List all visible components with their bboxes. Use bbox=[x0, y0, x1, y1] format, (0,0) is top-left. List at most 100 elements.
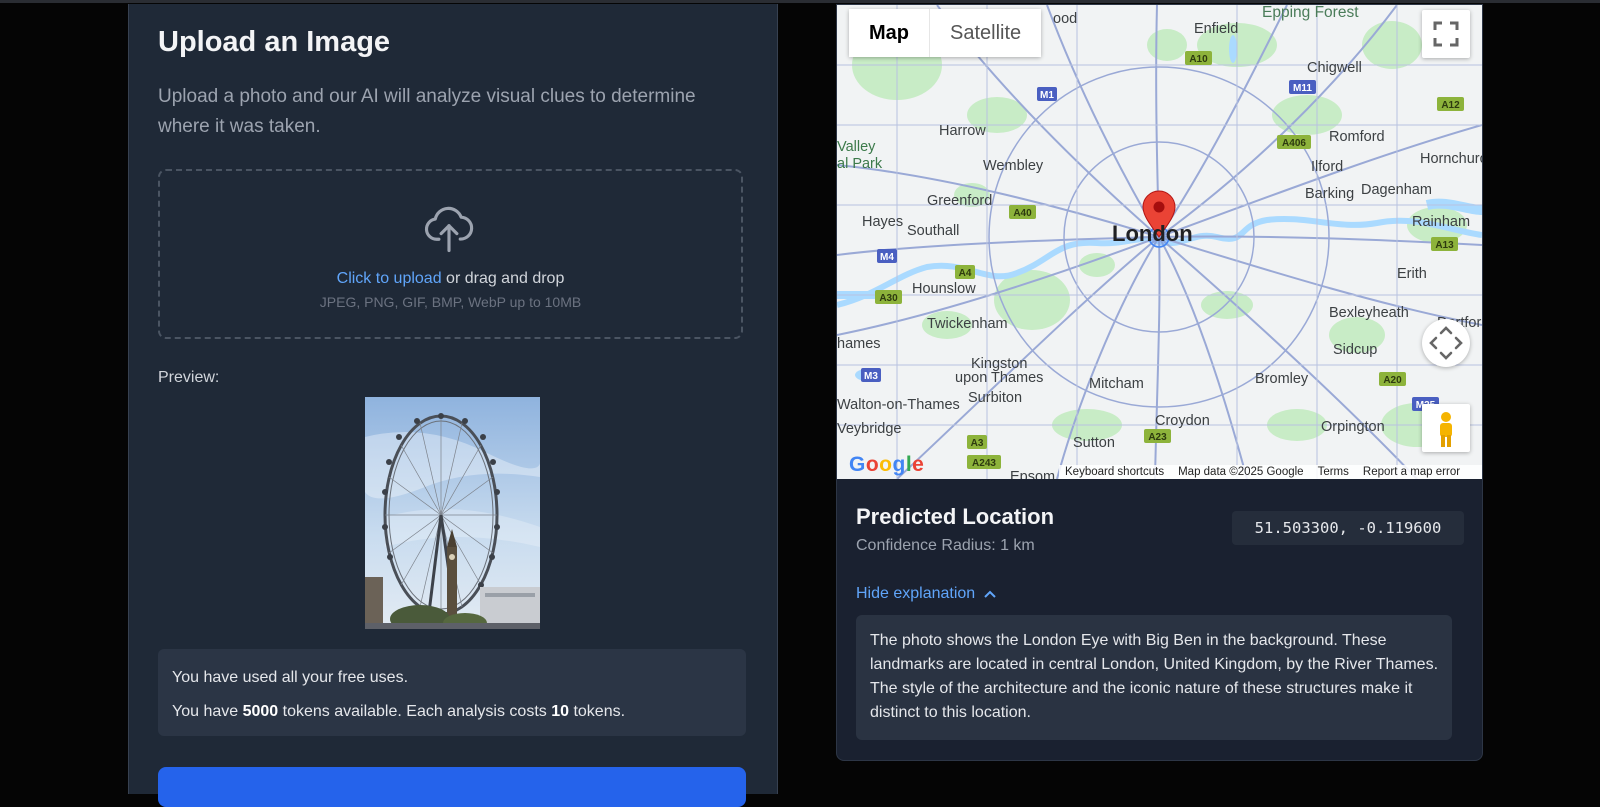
map-type-control: Map Satellite bbox=[849, 9, 1042, 57]
cloud-upload-icon bbox=[424, 206, 474, 253]
svg-text:A30: A30 bbox=[879, 293, 898, 304]
coordinates-readout: 51.503300, -0.119600 bbox=[1232, 511, 1464, 545]
map-label-dagenham: Dagenham bbox=[1361, 182, 1432, 198]
map-label-valley: Valley bbox=[837, 139, 876, 155]
map-label-bromley: Bromley bbox=[1255, 371, 1309, 387]
map-label-barking: Barking bbox=[1305, 186, 1354, 202]
analyze-button[interactable] bbox=[158, 767, 746, 807]
road-shield-m11: M11 bbox=[1289, 80, 1316, 94]
svg-text:A20: A20 bbox=[1383, 375, 1402, 386]
report-error-link[interactable]: Report a map error bbox=[1363, 466, 1460, 478]
svg-text:A40: A40 bbox=[1013, 208, 1032, 219]
map-label-upon-thames: upon Thames bbox=[955, 370, 1043, 386]
fullscreen-icon bbox=[1433, 21, 1459, 47]
map-label-ilford: Ilford bbox=[1311, 159, 1343, 175]
map-label-southall: Southall bbox=[907, 223, 959, 239]
map-label-romford: Romford bbox=[1329, 129, 1385, 145]
predicted-location-title: Predicted Location bbox=[856, 504, 1055, 529]
svg-text:M1: M1 bbox=[1040, 90, 1054, 101]
map-footer: Keyboard shortcuts Map data ©2025 Google… bbox=[1059, 465, 1482, 479]
upload-panel: Upload an Image Upload a photo and our A… bbox=[128, 4, 778, 807]
street-view-pegman-button[interactable] bbox=[1422, 404, 1470, 452]
map-type-satellite-button[interactable]: Satellite bbox=[930, 9, 1042, 57]
image-preview bbox=[365, 397, 540, 629]
top-border bbox=[0, 0, 1600, 3]
camera-pan-control[interactable] bbox=[1422, 319, 1470, 367]
svg-text:M11: M11 bbox=[1293, 83, 1312, 94]
svg-text:A12: A12 bbox=[1441, 100, 1460, 111]
road-shield-a30: A30 bbox=[875, 290, 902, 304]
svg-text:A13: A13 bbox=[1435, 240, 1454, 251]
google-logo: Google bbox=[849, 453, 925, 476]
map-data-attribution: Map data ©2025 Google bbox=[1178, 466, 1304, 478]
map-label-hayes: Hayes bbox=[862, 214, 903, 230]
drag-drop-text: or drag and drop bbox=[441, 270, 565, 287]
fullscreen-button[interactable] bbox=[1422, 10, 1470, 58]
hide-explanation-button[interactable]: Hide explanation bbox=[856, 585, 997, 603]
map-label-bexleyheath: Bexleyheath bbox=[1329, 305, 1409, 321]
svg-text:A243: A243 bbox=[972, 458, 996, 469]
road-shield-a3: A3 bbox=[967, 435, 987, 449]
free-uses-text: You have used all your free uses. bbox=[172, 669, 409, 686]
map-label-epsom: Epsom bbox=[1010, 469, 1055, 479]
dropzone-text: Click to upload or drag and drop bbox=[160, 270, 741, 288]
map-type-map-button[interactable]: Map bbox=[849, 9, 929, 57]
svg-text:A3: A3 bbox=[971, 438, 984, 449]
pegman-icon bbox=[1440, 412, 1452, 447]
map-label-orpington: Orpington bbox=[1321, 419, 1385, 435]
tokens-middle: tokens available. Each analysis costs bbox=[278, 703, 552, 720]
svg-text:A23: A23 bbox=[1148, 432, 1167, 443]
svg-text:M4: M4 bbox=[880, 252, 894, 263]
result-panel: London Enfield Epping Forest Chigwell Ha… bbox=[836, 4, 1483, 761]
tokens-prefix: You have bbox=[172, 703, 243, 720]
road-shield-a20: A20 bbox=[1379, 372, 1406, 386]
map-label-hornchurch: Hornchurch bbox=[1420, 151, 1482, 167]
map-label-london: London bbox=[1112, 221, 1193, 246]
pan-arrows-icon bbox=[1429, 326, 1463, 360]
map-label-hounslow: Hounslow bbox=[912, 281, 976, 297]
svg-text:A406: A406 bbox=[1282, 138, 1306, 149]
click-to-upload-link[interactable]: Click to upload bbox=[337, 270, 442, 287]
map-label-twickenham: Twickenham bbox=[927, 316, 1008, 332]
map-label-epping-forest: Epping Forest bbox=[1262, 5, 1359, 21]
map-label-greenford: Greenford bbox=[927, 193, 992, 209]
map-label-surbiton: Surbiton bbox=[968, 390, 1022, 406]
map-label-chigwell: Chigwell bbox=[1307, 60, 1362, 76]
road-shield-a406: A406 bbox=[1277, 135, 1311, 149]
file-type-hint: JPEG, PNG, GIF, BMP, WebP up to 10MB bbox=[319, 294, 582, 310]
terms-link[interactable]: Terms bbox=[1318, 466, 1349, 478]
svg-text:A10: A10 bbox=[1189, 54, 1208, 65]
road-shield-a4: A4 bbox=[955, 265, 975, 279]
usage-info: You have used all your free uses. You ha… bbox=[158, 649, 746, 736]
map-canvas[interactable]: London Enfield Epping Forest Chigwell Ha… bbox=[837, 5, 1482, 479]
map-label-park: al Park bbox=[837, 156, 883, 172]
map-label-walton: Walton-on-Thames bbox=[837, 397, 960, 413]
map-label-croydon: Croydon bbox=[1155, 413, 1210, 429]
keyboard-shortcuts-link[interactable]: Keyboard shortcuts bbox=[1065, 466, 1164, 478]
map-label-harrow: Harrow bbox=[939, 123, 986, 139]
road-shield-a23: A23 bbox=[1144, 429, 1171, 443]
analysis-cost: 10 bbox=[551, 703, 570, 720]
road-shield-m4: M4 bbox=[877, 249, 897, 263]
map-view[interactable]: London Enfield Epping Forest Chigwell Ha… bbox=[837, 5, 1482, 479]
map-label-wembley: Wembley bbox=[983, 158, 1044, 174]
tokens-count: 5000 bbox=[242, 703, 279, 720]
upload-title: Upload an Image bbox=[158, 26, 391, 58]
map-label-mitcham: Mitcham bbox=[1089, 376, 1144, 392]
tokens-text: You have 5000 tokens available. Each ana… bbox=[172, 703, 625, 721]
map-label-weybridge: Veybridge bbox=[837, 421, 902, 437]
map-label-wood: ood bbox=[1053, 11, 1077, 27]
road-shield-a10: A10 bbox=[1185, 51, 1212, 65]
map-label-sutton: Sutton bbox=[1073, 435, 1115, 451]
chevron-up-icon bbox=[984, 590, 996, 598]
london-eye-photo bbox=[365, 397, 540, 629]
svg-text:M3: M3 bbox=[864, 371, 878, 382]
map-label-sidcup: Sidcup bbox=[1333, 342, 1377, 358]
upload-dropzone[interactable]: Click to upload or drag and drop JPEG, P… bbox=[158, 169, 743, 339]
upload-description: Upload a photo and our AI will analyze v… bbox=[158, 86, 696, 137]
road-shield-m1: M1 bbox=[1037, 87, 1057, 101]
road-shield-a243: A243 bbox=[967, 455, 1001, 469]
explanation-text: The photo shows the London Eye with Big … bbox=[856, 615, 1452, 740]
map-label-enfield: Enfield bbox=[1194, 21, 1238, 37]
tokens-suffix: tokens. bbox=[569, 703, 626, 720]
